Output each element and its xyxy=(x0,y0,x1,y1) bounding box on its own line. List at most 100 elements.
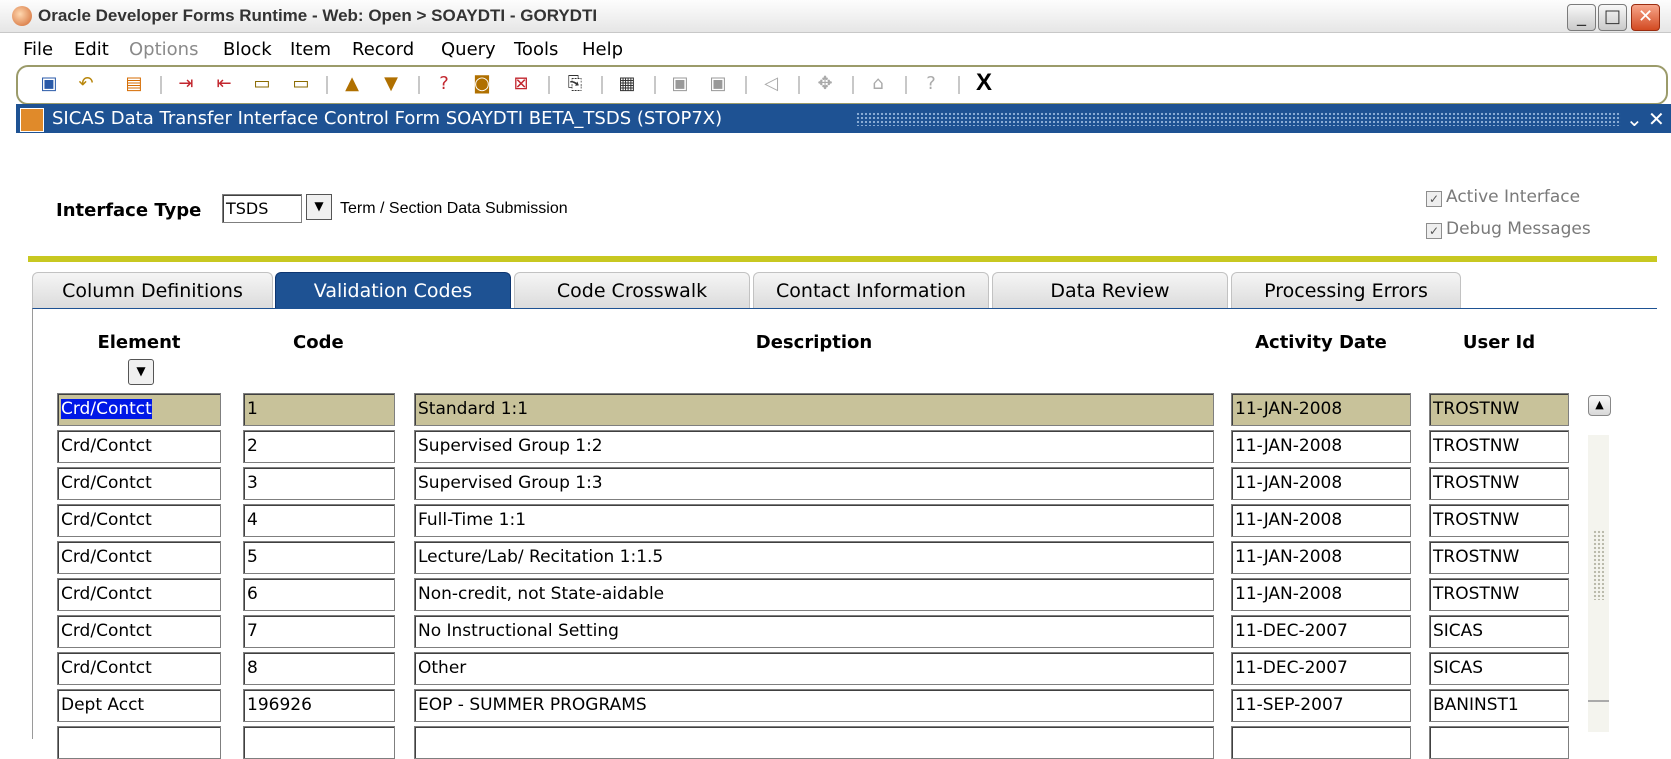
remove-record-icon[interactable]: ⇤ xyxy=(213,73,235,95)
checkmark-icon: ✓ xyxy=(1426,191,1442,207)
debug-messages-checkbox[interactable]: ✓ Debug Messages xyxy=(1426,219,1591,239)
activity-date-cell[interactable]: 11-JAN-2008 xyxy=(1231,578,1411,611)
code-cell[interactable]: 7 xyxy=(243,615,395,648)
description-cell[interactable]: Full-Time 1:1 xyxy=(414,504,1214,537)
element-cell[interactable]: Crd/Contct xyxy=(57,467,221,500)
duplicate-item-icon[interactable]: ▣ xyxy=(669,73,691,95)
menu-query[interactable]: Query xyxy=(441,39,496,60)
user-id-cell[interactable]: SICAS xyxy=(1429,615,1569,648)
element-cell[interactable]: Dept Acct xyxy=(57,689,221,722)
user-id-cell[interactable]: BANINST1 xyxy=(1429,689,1569,722)
description-cell[interactable]: Lecture/Lab/ Recitation 1:1.5 xyxy=(414,541,1214,574)
tab-processing-errors[interactable]: Processing Errors xyxy=(1231,272,1461,308)
menu-item[interactable]: Item xyxy=(290,39,331,60)
user-id-cell[interactable]: TROSTNW xyxy=(1429,504,1569,537)
activity-date-cell[interactable]: 11-JAN-2008 xyxy=(1231,541,1411,574)
active-interface-checkbox[interactable]: ✓ Active Interface xyxy=(1426,187,1580,207)
activity-date-cell[interactable]: 11-DEC-2007 xyxy=(1231,615,1411,648)
code-cell[interactable]: 3 xyxy=(243,467,395,500)
duplicate-record-icon[interactable]: ▣ xyxy=(707,73,729,95)
activity-date-cell[interactable]: 11-SEP-2007 xyxy=(1231,689,1411,722)
options-icon[interactable]: ⌂ xyxy=(867,73,889,95)
copy-icon[interactable]: ⎘ xyxy=(564,73,586,95)
activity-date-cell[interactable]: 11-DEC-2007 xyxy=(1231,652,1411,685)
execute-query-icon[interactable]: ◙ xyxy=(471,73,493,95)
enter-query-icon[interactable]: ? xyxy=(433,73,455,95)
clear-record-icon[interactable]: ▭ xyxy=(290,73,312,95)
print-icon[interactable]: ▤ xyxy=(123,73,145,95)
description-cell[interactable]: No Instructional Setting xyxy=(414,615,1214,648)
description-cell[interactable]: Other xyxy=(414,652,1214,685)
cancel-query-icon[interactable]: ⊠ xyxy=(510,73,532,95)
user-id-cell[interactable] xyxy=(1429,726,1569,759)
menu-file[interactable]: File xyxy=(23,39,53,60)
element-cell[interactable]: Crd/Contct xyxy=(57,652,221,685)
description-cell[interactable]: Non-credit, not State-aidable xyxy=(414,578,1214,611)
scroll-thumb[interactable] xyxy=(1588,700,1609,702)
element-filter-dropdown[interactable]: ▼ xyxy=(128,359,154,385)
code-cell[interactable]: 6 xyxy=(243,578,395,611)
code-cell[interactable]: 4 xyxy=(243,504,395,537)
interface-type-input[interactable]: TSDS xyxy=(222,194,302,223)
code-cell[interactable]: 5 xyxy=(243,541,395,574)
element-cell[interactable]: Crd/Contct xyxy=(57,393,221,426)
rollback-icon[interactable]: ↶ xyxy=(75,73,97,95)
paste-icon[interactable]: ▦ xyxy=(616,73,638,95)
code-cell[interactable]: 196926 xyxy=(243,689,395,722)
menu-record[interactable]: Record xyxy=(352,39,414,60)
close-button[interactable]: ✕ xyxy=(1631,4,1660,31)
lock-record-icon[interactable]: ▭ xyxy=(251,73,273,95)
activity-date-cell[interactable]: 11-JAN-2008 xyxy=(1231,430,1411,463)
menu-edit[interactable]: Edit xyxy=(74,39,109,60)
navigate-icon[interactable]: ✥ xyxy=(814,73,836,95)
next-block-icon[interactable]: ▼ xyxy=(380,73,402,95)
user-id-cell[interactable]: TROSTNW xyxy=(1429,467,1569,500)
description-cell[interactable]: Supervised Group 1:2 xyxy=(414,430,1214,463)
element-cell[interactable]: Crd/Contct xyxy=(57,541,221,574)
help-icon[interactable]: ? xyxy=(920,73,942,95)
description-cell[interactable]: EOP - SUMMER PROGRAMS xyxy=(414,689,1214,722)
interface-type-dropdown-button[interactable]: ▼ xyxy=(306,194,332,220)
close-form-icon[interactable]: ✕ xyxy=(1648,107,1665,131)
code-cell[interactable] xyxy=(243,726,395,759)
insert-record-icon[interactable]: ⇥ xyxy=(175,73,197,95)
save-icon[interactable]: ▣ xyxy=(38,73,60,95)
menu-tools[interactable]: Tools xyxy=(514,39,558,60)
scroll-up-button[interactable]: ▲ xyxy=(1588,395,1611,416)
tab-data-review[interactable]: Data Review xyxy=(992,272,1228,308)
user-id-cell[interactable]: TROSTNW xyxy=(1429,430,1569,463)
activity-date-cell[interactable]: 11-JAN-2008 xyxy=(1231,467,1411,500)
minimize-form-icon[interactable]: ⌄ xyxy=(1626,107,1643,131)
description-cell[interactable]: Supervised Group 1:3 xyxy=(414,467,1214,500)
activity-date-cell[interactable]: 11-JAN-2008 xyxy=(1231,504,1411,537)
tab-validation-codes[interactable]: Validation Codes xyxy=(275,272,511,308)
user-id-cell[interactable]: SICAS xyxy=(1429,652,1569,685)
menu-help[interactable]: Help xyxy=(582,39,623,60)
element-cell[interactable]: Crd/Contct xyxy=(57,504,221,537)
previous-block-icon[interactable]: ▲ xyxy=(341,73,363,95)
tab-code-crosswalk[interactable]: Code Crosswalk xyxy=(514,272,750,308)
element-cell[interactable]: Crd/Contct xyxy=(57,578,221,611)
user-id-cell[interactable]: TROSTNW xyxy=(1429,393,1569,426)
user-id-cell[interactable]: TROSTNW xyxy=(1429,541,1569,574)
exit-button[interactable]: X xyxy=(976,69,992,97)
code-cell[interactable]: 1 xyxy=(243,393,395,426)
element-cell[interactable]: Crd/Contct xyxy=(57,615,221,648)
scroll-grip[interactable] xyxy=(1593,530,1604,600)
tab-column-definitions[interactable]: Column Definitions xyxy=(32,272,273,308)
description-cell[interactable] xyxy=(414,726,1214,759)
tab-contact-information[interactable]: Contact Information xyxy=(753,272,989,308)
minimize-button[interactable]: _ xyxy=(1567,4,1596,31)
maximize-button[interactable]: □ xyxy=(1598,4,1627,31)
menu-options[interactable]: Options xyxy=(129,39,198,60)
activity-date-cell[interactable] xyxy=(1231,726,1411,759)
element-cell[interactable] xyxy=(57,726,221,759)
activity-date-cell[interactable]: 11-JAN-2008 xyxy=(1231,393,1411,426)
code-cell[interactable]: 2 xyxy=(243,430,395,463)
sound-icon[interactable]: ◁ xyxy=(760,73,782,95)
user-id-cell[interactable]: TROSTNW xyxy=(1429,578,1569,611)
menu-block[interactable]: Block xyxy=(223,39,272,60)
element-cell[interactable]: Crd/Contct xyxy=(57,430,221,463)
code-cell[interactable]: 8 xyxy=(243,652,395,685)
description-cell[interactable]: Standard 1:1 xyxy=(414,393,1214,426)
